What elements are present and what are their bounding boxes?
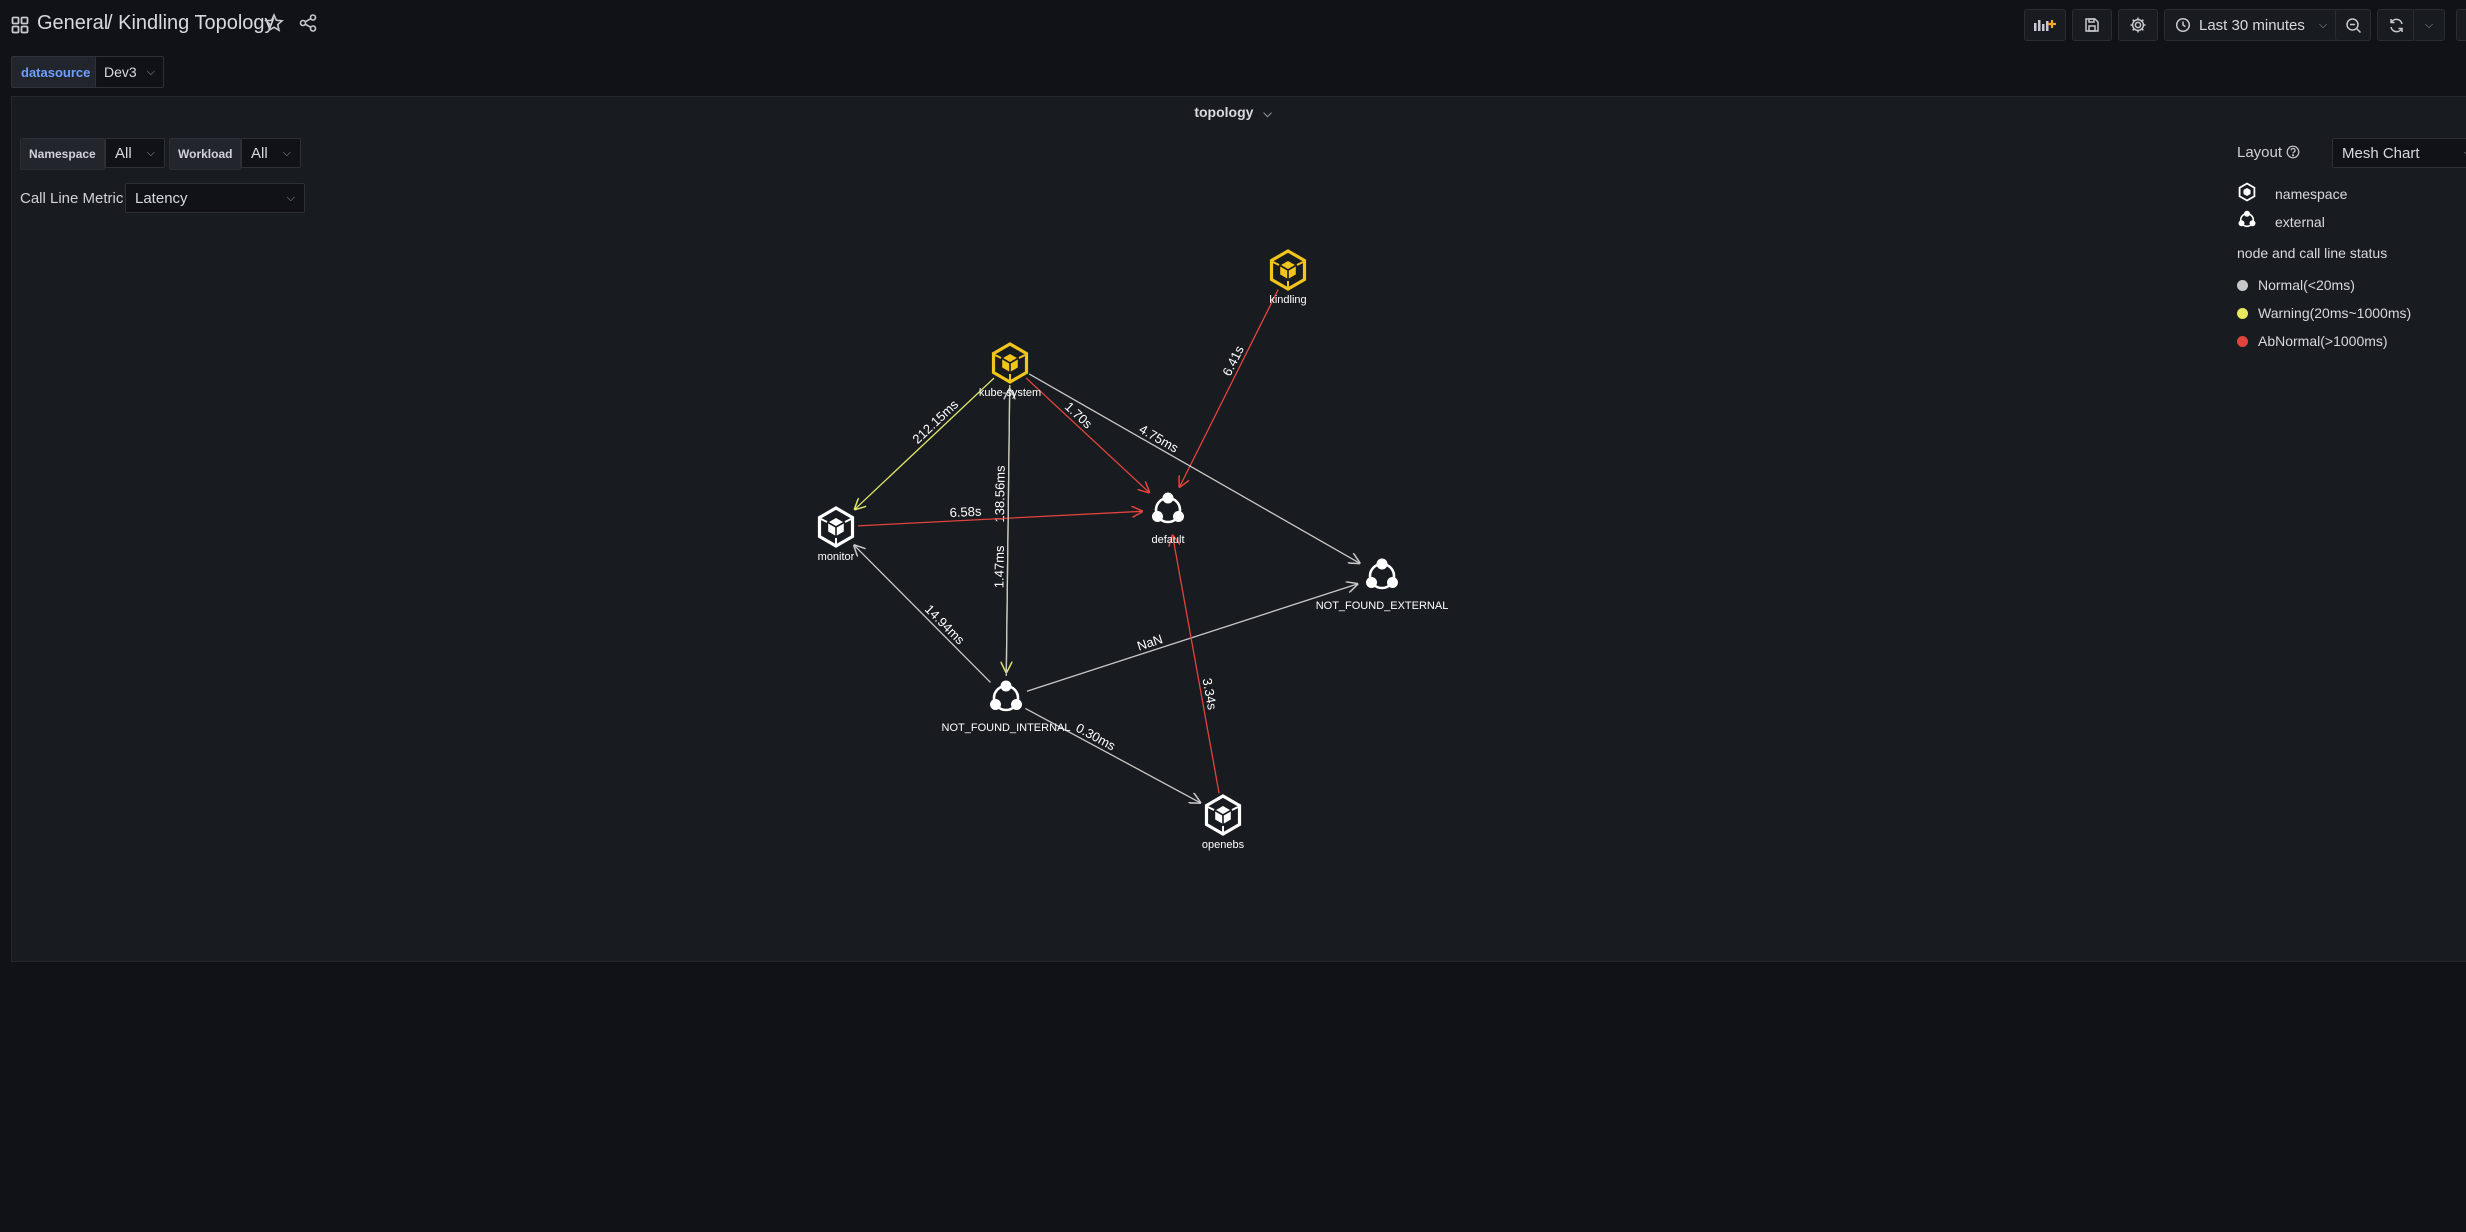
call-line-label: 0.30ms [1073, 720, 1118, 754]
call-line-label: 138.56ms [992, 465, 1008, 523]
node-openebs[interactable]: openebs [1202, 794, 1245, 851]
node-label: kube-system [979, 387, 1041, 399]
node-kindling[interactable]: kindling [1269, 249, 1307, 306]
node-label: monitor [818, 551, 855, 563]
call-line-label: NaN [1135, 631, 1164, 653]
call-line-openebs-default[interactable] [1173, 536, 1220, 794]
node-nfe[interactable]: NOT_FOUND_EXTERNAL [1316, 558, 1449, 613]
node-label: default [1151, 534, 1184, 546]
call-line-label: 4.75ms [1137, 421, 1182, 455]
node-kube-system[interactable]: kube-system [979, 342, 1041, 399]
call-line-label: 212.15ms [909, 396, 961, 446]
node-default[interactable]: default [1151, 492, 1185, 547]
node-monitor[interactable]: monitor [818, 506, 855, 563]
node-label: NOT_FOUND_INTERNAL [942, 722, 1071, 734]
node-nfi[interactable]: NOT_FOUND_INTERNAL [942, 680, 1071, 735]
node-label: kindling [1269, 294, 1306, 306]
call-line-label: 14.94ms [922, 601, 968, 647]
call-line-kube-system-monitor[interactable] [855, 377, 995, 509]
call-line-nfi-monitor[interactable] [854, 545, 991, 683]
call-line-kindling-default[interactable] [1180, 289, 1279, 487]
call-line-label: 6.58s [949, 504, 982, 521]
call-line-kube-system-default[interactable] [1025, 377, 1149, 492]
node-label: NOT_FOUND_EXTERNAL [1316, 600, 1449, 612]
call-line-nfi-nfe[interactable] [1026, 584, 1357, 692]
call-line-label: 1.47ms [991, 545, 1007, 588]
call-line-kube-system-nfe[interactable] [1028, 373, 1359, 563]
node-label: openebs [1202, 839, 1245, 851]
call-line-label: 3.34s [1200, 677, 1220, 711]
topology-graph[interactable]: 6.41s212.15ms 1.70s4.75ms138.56ms6.58s14.… [0, 0, 2466, 1232]
call-line-nfi-kube-system[interactable] [1006, 389, 1009, 677]
